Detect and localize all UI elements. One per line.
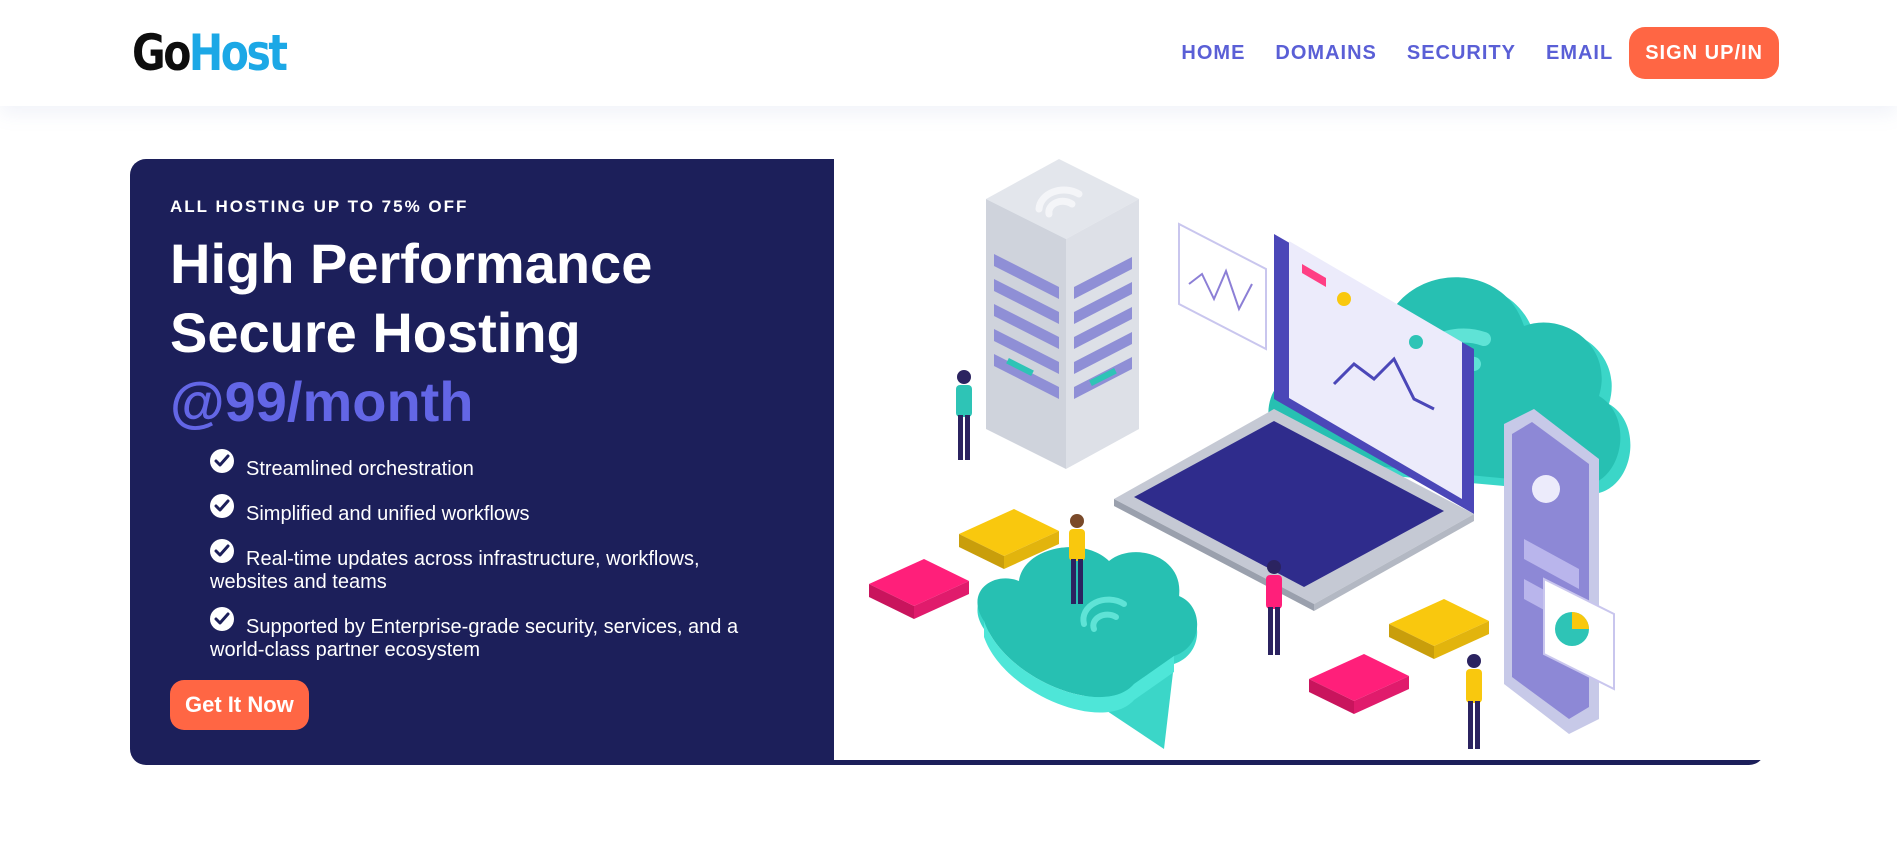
smartphone-icon [1504,409,1599,734]
check-circle-icon [210,607,234,631]
logo-host: Host [188,24,288,82]
feature-item: Simplified and unified workflows [210,494,770,526]
server-rack-icon [986,159,1139,469]
headline-line-2: Secure Hosting [170,301,581,364]
headline-line-1: High Performance [170,232,653,295]
folder-icon [1389,599,1489,659]
nav-email[interactable]: EMAIL [1546,42,1613,65]
feature-text: Simplified and unified workflows [246,503,530,525]
main-nav: HOME DOMAINS SECURITY EMAIL SIGN UP/IN [1181,26,1779,80]
get-it-now-button[interactable]: Get It Now [170,680,309,730]
hero-text-panel: ALL HOSTING UP TO 75% OFF High Performan… [130,159,834,765]
person-icon [1466,654,1482,749]
check-circle-icon [210,494,234,518]
feature-text: Supported by Enterprise-grade security, … [210,616,739,661]
feature-item: Real-time updates across infrastructure,… [210,539,770,594]
feature-item: Supported by Enterprise-grade security, … [210,607,770,662]
hero-headline: High Performance Secure Hosting @99/mont… [170,229,652,436]
person-icon [956,370,972,460]
feature-list: Streamlined orchestration Simplified and… [210,449,770,679]
signup-button[interactable]: SIGN UP/IN [1629,27,1779,79]
hosting-illustration [869,159,1631,749]
check-circle-icon [210,539,234,563]
hero-banner: ALL HOSTING UP TO 75% OFF High Performan… [130,159,1765,765]
check-circle-icon [210,449,234,473]
feature-text: Real-time updates across infrastructure,… [210,548,700,593]
cloud-icon [977,547,1198,749]
feature-text: Streamlined orchestration [246,458,474,480]
feature-item: Streamlined orchestration [210,449,770,481]
nav-domains[interactable]: DOMAINS [1275,42,1376,65]
nav-security[interactable]: SECURITY [1407,42,1516,65]
hero-price: @99/month [170,370,474,433]
gohost-logo[interactable]: GoHost [132,22,288,84]
hero-eyebrow: ALL HOSTING UP TO 75% OFF [170,197,469,216]
nav-home[interactable]: HOME [1181,42,1245,65]
site-header: GoHost HOME DOMAINS SECURITY EMAIL SIGN … [0,0,1897,106]
logo-go: Go [132,24,191,82]
hero-bottom-border [834,760,1765,765]
folder-icon [869,559,969,619]
line-chart-icon [1178,222,1267,351]
folder-icon [1309,654,1409,714]
